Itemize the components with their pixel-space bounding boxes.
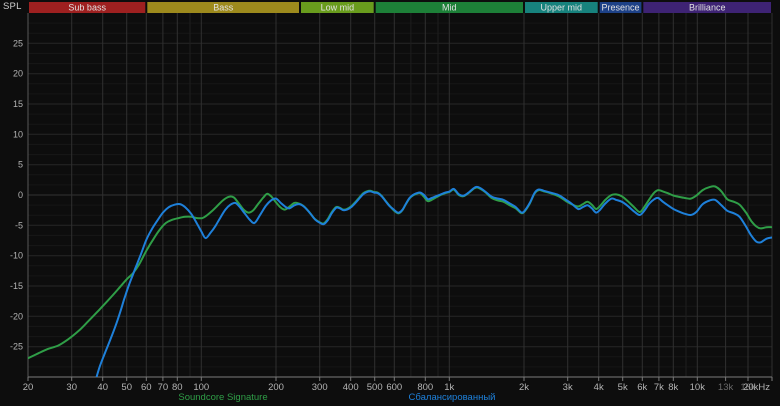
- x-tick-label: 6k: [637, 382, 647, 393]
- y-tick-label: -20: [10, 311, 23, 321]
- x-tick-label: 200: [268, 382, 284, 393]
- legend-balanced[interactable]: Сбалансированный: [409, 392, 496, 403]
- x-tick-label: 7k: [654, 382, 664, 393]
- y-axis-title: SPL: [3, 1, 22, 12]
- x-tick-label: 50: [121, 382, 132, 393]
- x-tick-label: 60: [141, 382, 152, 393]
- x-tick-label: 30: [66, 382, 77, 393]
- y-tick-label: -10: [10, 251, 23, 261]
- x-tick-label: 500: [367, 382, 383, 393]
- y-tick-label: 5: [18, 160, 23, 170]
- x-tick-label: 40: [97, 382, 108, 393]
- y-tick-label: 10: [13, 129, 23, 139]
- y-tick-label: -25: [10, 342, 23, 352]
- legend-soundcore-signature[interactable]: Soundcore Signature: [178, 392, 267, 403]
- x-tick-label: 3k: [563, 382, 573, 393]
- band-label: Low mid: [321, 3, 355, 13]
- y-tick-label: 25: [13, 38, 23, 48]
- x-tick-label: 5k: [618, 382, 628, 393]
- x-tick-label: 4k: [594, 382, 604, 393]
- y-tick-label: 20: [13, 69, 23, 79]
- x-tick-label: 20: [23, 382, 34, 393]
- band-label: Bass: [213, 3, 234, 13]
- y-tick-label: 0: [18, 190, 23, 200]
- x-tick-label: 13k: [718, 382, 734, 393]
- band-label: Sub bass: [68, 3, 106, 13]
- chart-canvas: Sub bass Bass Low mid Mid Upper mid Presence B…: [10, 2, 773, 393]
- x-tick-label: 20kHz: [743, 382, 770, 393]
- band-label: Mid: [442, 3, 457, 13]
- series-line-сбалансированный: [95, 185, 772, 377]
- band-label: Presence: [601, 3, 639, 13]
- band-label: Brilliance: [689, 3, 726, 13]
- y-tick-label: -5: [15, 220, 23, 230]
- y-tick-label: -15: [10, 281, 23, 291]
- x-tick-label: 300: [312, 382, 328, 393]
- y-tick-label: 15: [13, 99, 23, 109]
- x-tick-label: 8k: [668, 382, 678, 393]
- band-label: Upper mid: [541, 3, 583, 13]
- x-tick-label: 10k: [690, 382, 706, 393]
- x-tick-label: 400: [343, 382, 359, 393]
- frequency-response-chart: Sub bass Bass Low mid Mid Upper mid Presence B…: [0, 0, 780, 406]
- x-tick-label: 600: [386, 382, 402, 393]
- x-tick-label: 70: [158, 382, 169, 393]
- x-tick-label: 2k: [519, 382, 529, 393]
